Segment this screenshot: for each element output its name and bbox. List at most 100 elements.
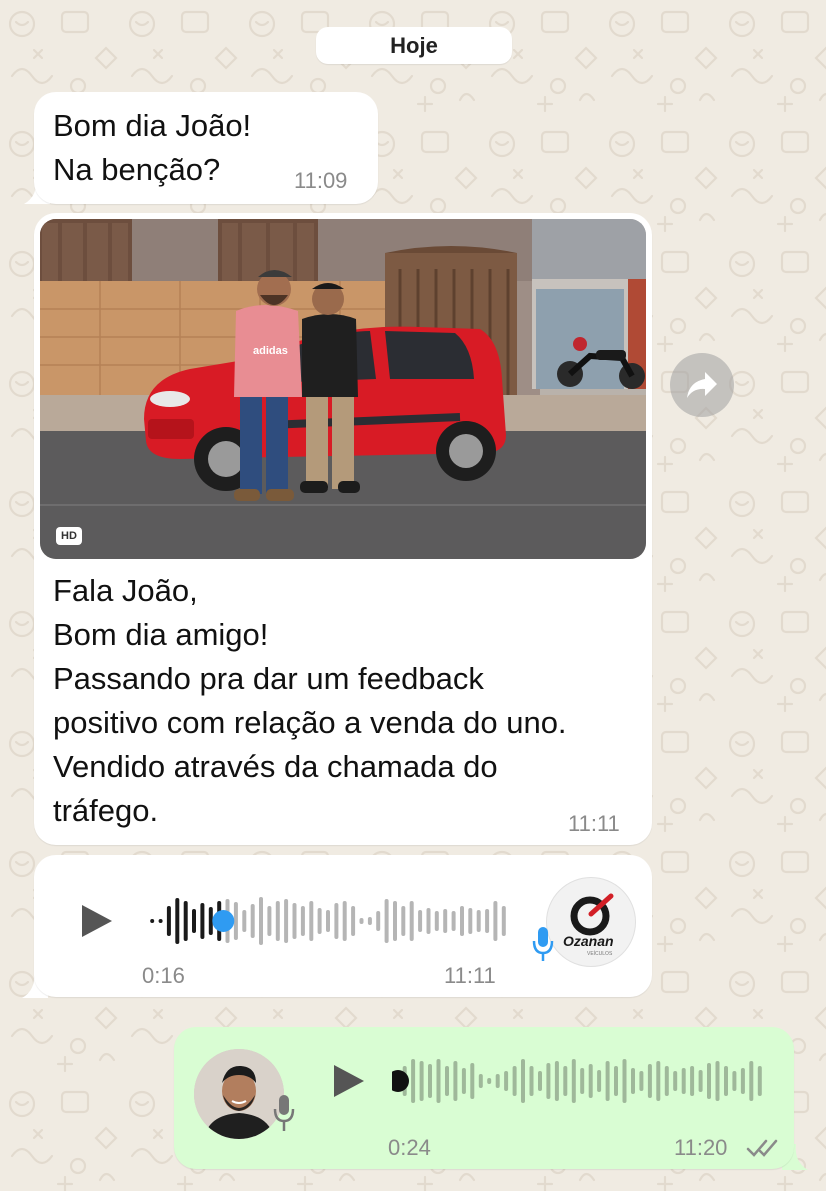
waveform-bar <box>724 1066 728 1096</box>
user-photo <box>194 1049 284 1139</box>
waveform-bar <box>571 1059 576 1103</box>
waveform-bar <box>614 1066 618 1096</box>
waveform-bar <box>478 1074 483 1088</box>
user-avatar[interactable] <box>194 1049 284 1139</box>
waveform-bar <box>757 1066 762 1096</box>
waveform-bar <box>563 1066 568 1096</box>
waveform-bar <box>546 1063 551 1099</box>
waveform-bar <box>393 901 397 941</box>
waveform-bar <box>732 1071 737 1091</box>
play-icon[interactable] <box>332 1063 366 1099</box>
waveform-bar <box>538 1071 542 1091</box>
play-icon[interactable] <box>80 903 114 939</box>
waveform-bar <box>656 1061 661 1101</box>
waveform-bar <box>740 1068 745 1094</box>
voice-message-incoming[interactable]: 0:16 11:11 Ozanan VEÍCULOS <box>34 855 652 997</box>
waveform-bar <box>605 1061 610 1101</box>
message-time: 11:09 <box>294 168 348 193</box>
waveform-bar <box>451 911 456 931</box>
waveform-bar <box>622 1059 627 1103</box>
message-caption: Fala João, Bom dia amigo! Passando pra d… <box>53 573 567 828</box>
sender-avatar[interactable]: Ozanan VEÍCULOS <box>546 877 636 967</box>
audio-waveform[interactable] <box>392 1053 764 1109</box>
waveform-bar <box>259 897 263 945</box>
waveform-bar <box>351 906 356 936</box>
date-separator: Hoje <box>316 27 512 64</box>
waveform-bar <box>495 1074 500 1088</box>
forward-icon <box>687 372 717 398</box>
waveform-bar <box>476 910 481 932</box>
waveform-bar <box>208 907 213 935</box>
waveform-bar <box>409 901 414 941</box>
waveform-bar <box>284 899 289 943</box>
playback-knob[interactable] <box>212 910 235 932</box>
waveform-bar <box>707 1063 711 1099</box>
waveform-bar <box>267 906 272 936</box>
waveform-bar <box>401 906 406 936</box>
waveform-bar <box>487 1078 492 1084</box>
waveform-bar <box>384 899 389 943</box>
voice-message-outgoing[interactable]: 0:24 11:20 <box>174 1027 794 1169</box>
waveform-bar <box>639 1071 644 1091</box>
waveform-bar <box>529 1066 534 1096</box>
waveform-bar <box>250 904 255 938</box>
waveform-bar <box>588 1064 593 1098</box>
forward-button[interactable] <box>670 353 734 417</box>
waveform-bar <box>426 908 431 934</box>
waveform-bar <box>631 1068 635 1094</box>
waveform-bar <box>445 1066 449 1096</box>
waveform-bar <box>493 901 498 941</box>
waveform-bar <box>367 917 372 925</box>
waveform-bar <box>749 1061 754 1101</box>
ozanan-logo-text: Ozanan <box>563 933 614 949</box>
waveform-bar <box>150 919 155 923</box>
waveform-bar <box>443 909 448 933</box>
message-bubble-incoming[interactable]: Bom dia João! Na benção? 11:09 <box>34 92 378 204</box>
photo-car-sale: adidas <box>40 219 646 559</box>
waveform-bar <box>334 903 339 939</box>
waveform-bar <box>183 901 188 941</box>
waveform-bar <box>597 1070 602 1092</box>
waveform-bar <box>504 1071 509 1091</box>
waveform-bar <box>300 906 305 936</box>
waveform-bar <box>317 908 322 934</box>
waveform-bar <box>309 901 314 941</box>
waveform-bar <box>192 909 196 933</box>
waveform-bar <box>359 918 364 924</box>
waveform-bar <box>485 909 490 933</box>
audio-waveform[interactable] <box>148 893 508 949</box>
ozanan-logo: Ozanan VEÍCULOS <box>563 893 614 957</box>
voice-duration: 0:24 <box>388 1135 431 1160</box>
message-time: 11:20 <box>674 1135 728 1160</box>
microphone-icon <box>532 927 554 961</box>
waveform-bar <box>158 919 163 923</box>
voice-duration: 0:16 <box>142 963 185 988</box>
waveform-bar <box>166 906 171 936</box>
waveform-bar <box>233 902 238 940</box>
waveform-bar <box>647 1064 652 1098</box>
waveform-bar <box>470 1063 475 1099</box>
message-time: 11:11 <box>444 963 496 988</box>
shared-photo[interactable]: adidas HD <box>40 219 646 559</box>
waveform-bar <box>275 901 280 941</box>
shirt-logo: adidas <box>253 345 288 357</box>
waveform-bar <box>460 906 464 936</box>
waveform-bar <box>376 911 381 931</box>
waveform-bar <box>175 898 180 944</box>
waveform-bar <box>673 1071 678 1091</box>
waveform-bar <box>521 1059 525 1103</box>
waveform-bar <box>411 1059 416 1103</box>
waveform-bar <box>419 1061 424 1101</box>
waveform-bar <box>501 906 506 936</box>
waveform-bar <box>418 910 423 932</box>
waveform-bar <box>468 908 473 934</box>
image-message-bubble[interactable]: adidas HD Fala João, Bom dia amigo! Pass… <box>34 213 652 845</box>
waveform-bar <box>453 1061 458 1101</box>
waveform-bar <box>715 1061 720 1101</box>
hd-icon: HD <box>56 527 82 545</box>
waveform-bar <box>698 1070 703 1092</box>
waveform-bar <box>461 1068 466 1094</box>
waveform-bar <box>512 1066 517 1096</box>
waveform-bar <box>580 1068 585 1094</box>
waveform-bar <box>428 1064 432 1098</box>
